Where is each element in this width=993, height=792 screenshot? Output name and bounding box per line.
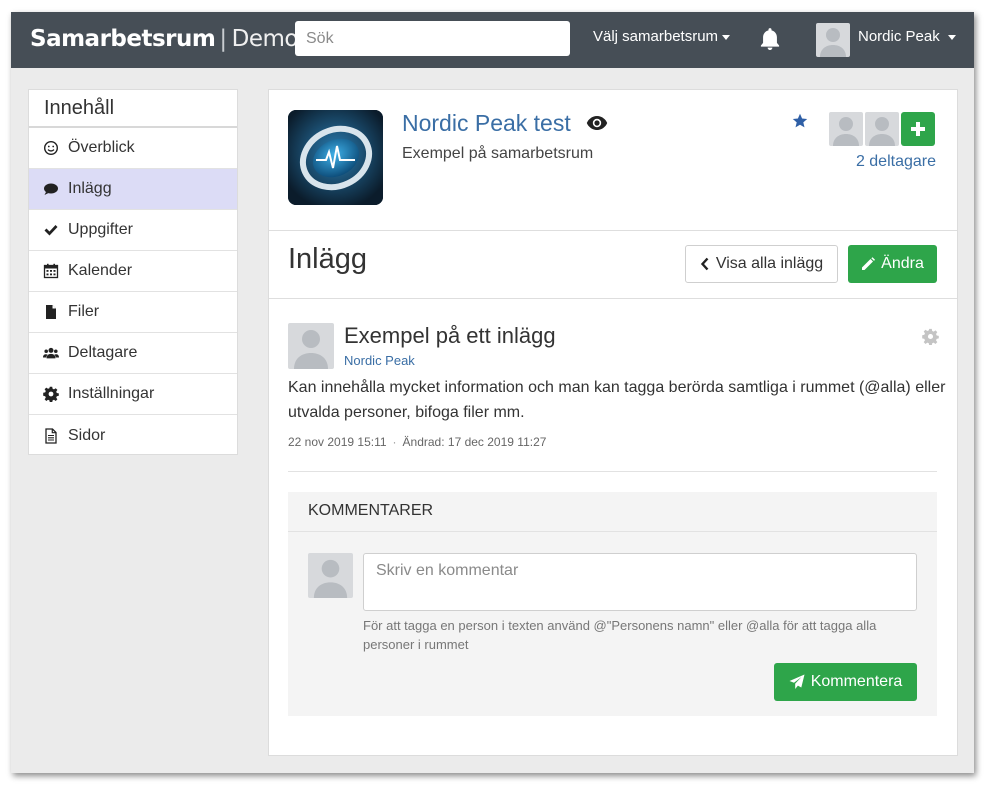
sidebar-item-tasks[interactable]: Uppgifter xyxy=(29,210,237,251)
bell-icon[interactable] xyxy=(757,26,783,52)
pencil-icon xyxy=(862,257,876,270)
post-title: Exempel på ett inlägg xyxy=(344,323,556,348)
divider xyxy=(269,230,957,231)
comment-icon xyxy=(43,181,59,197)
room-selector-dropdown[interactable]: Välj samarbetsrum xyxy=(593,28,731,45)
page-title: Inlägg xyxy=(288,243,368,275)
commenter-avatar xyxy=(308,553,353,598)
divider xyxy=(269,298,957,299)
meta-separator: · xyxy=(392,435,397,449)
member-avatar[interactable] xyxy=(829,112,863,146)
brand-separator: | xyxy=(219,26,227,52)
brand-suffix: Demo xyxy=(231,26,299,52)
view-all-posts-button[interactable]: Visa alla inlägg xyxy=(685,245,838,283)
sidebar-item-label: Inlägg xyxy=(68,180,112,197)
submit-comment-button[interactable]: Kommentera xyxy=(774,663,917,701)
user-name-label: Nordic Peak xyxy=(858,28,940,45)
comment-input[interactable] xyxy=(363,553,917,611)
gear-icon xyxy=(43,386,59,402)
gear-icon[interactable] xyxy=(922,328,939,346)
check-icon xyxy=(43,222,59,238)
edit-button[interactable]: Ändra xyxy=(848,245,937,283)
brand-logo[interactable]: Samarbetsrum | Demo xyxy=(30,26,298,52)
file-icon xyxy=(43,304,59,320)
post-body: Kan innehålla mycket information och man… xyxy=(288,379,946,421)
sidebar-item-label: Överblick xyxy=(68,139,135,156)
smiley-icon xyxy=(43,140,59,156)
participants-link[interactable]: 2 deltagare xyxy=(856,153,936,171)
sidebar-item-settings[interactable]: Inställningar xyxy=(29,374,237,415)
star-icon[interactable] xyxy=(792,113,808,129)
user-menu[interactable]: Nordic Peak xyxy=(858,28,956,45)
post-author-link[interactable]: Nordic Peak xyxy=(344,353,415,368)
room-title[interactable]: Nordic Peak test xyxy=(402,110,571,137)
user-avatar[interactable] xyxy=(816,23,850,57)
calendar-icon xyxy=(43,263,59,279)
room-selector-label: Välj samarbetsrum xyxy=(593,28,719,45)
comments-header: KOMMENTARER xyxy=(288,492,937,532)
sidebar-item-overview[interactable]: Överblick xyxy=(29,128,237,169)
chevron-left-icon xyxy=(700,257,709,271)
post-created-date: 22 nov 2019 15:11 xyxy=(288,435,387,449)
sidebar-item-label: Deltagare xyxy=(68,344,138,361)
users-icon xyxy=(43,345,59,361)
sidebar: Innehåll Överblick Inlägg Uppgifter Kale… xyxy=(28,89,238,455)
divider xyxy=(288,471,937,472)
main-panel: Nordic Peak test Exempel på samarbetsrum… xyxy=(268,89,958,756)
submit-comment-label: Kommentera xyxy=(810,673,903,690)
sidebar-item-label: Uppgifter xyxy=(68,221,133,238)
document-icon xyxy=(43,427,59,444)
sidebar-item-label: Kalender xyxy=(68,262,133,279)
room-subtitle: Exempel på samarbetsrum xyxy=(402,145,594,162)
post-modified-date: Ändrad: 17 dec 2019 11:27 xyxy=(402,435,547,449)
top-navbar: Samarbetsrum|Demo Välj samarbetsrum Nord… xyxy=(11,12,974,68)
post-author-avatar[interactable] xyxy=(288,323,334,369)
sidebar-item-label: Sidor xyxy=(68,426,106,444)
view-all-posts-label: Visa alla inlägg xyxy=(715,255,824,272)
sidebar-title: Innehåll xyxy=(29,90,237,128)
sidebar-item-participants[interactable]: Deltagare xyxy=(29,333,237,374)
comment-help-text: För att tagga en person i texten använd … xyxy=(363,618,877,652)
app-window: Samarbetsrum|Demo Välj samarbetsrum Nord… xyxy=(11,12,974,773)
chevron-down-icon xyxy=(947,34,956,40)
sidebar-item-posts[interactable]: Inlägg xyxy=(29,169,237,210)
paper-plane-icon xyxy=(789,674,805,689)
sidebar-item-pages[interactable]: Sidor xyxy=(29,415,237,456)
sidebar-item-label: Inställningar xyxy=(68,385,155,402)
sidebar-item-files[interactable]: Filer xyxy=(29,292,237,333)
chevron-down-icon xyxy=(722,34,731,40)
sidebar-item-calendar[interactable]: Kalender xyxy=(29,251,237,292)
eye-icon[interactable] xyxy=(586,115,608,131)
brand-name: Samarbetsrum xyxy=(30,26,216,52)
plus-icon xyxy=(911,122,925,136)
search-input[interactable] xyxy=(295,21,570,56)
member-avatar[interactable] xyxy=(865,112,899,146)
add-member-button[interactable] xyxy=(901,112,935,146)
sidebar-item-label: Filer xyxy=(68,303,100,320)
post-meta: 22 nov 2019 15:11 · Ändrad: 17 dec 2019 11… xyxy=(288,435,546,449)
comments-section: KOMMENTARER För att tagga en person i te… xyxy=(288,492,937,716)
edit-label: Ändra xyxy=(881,255,924,272)
room-logo xyxy=(288,110,383,205)
